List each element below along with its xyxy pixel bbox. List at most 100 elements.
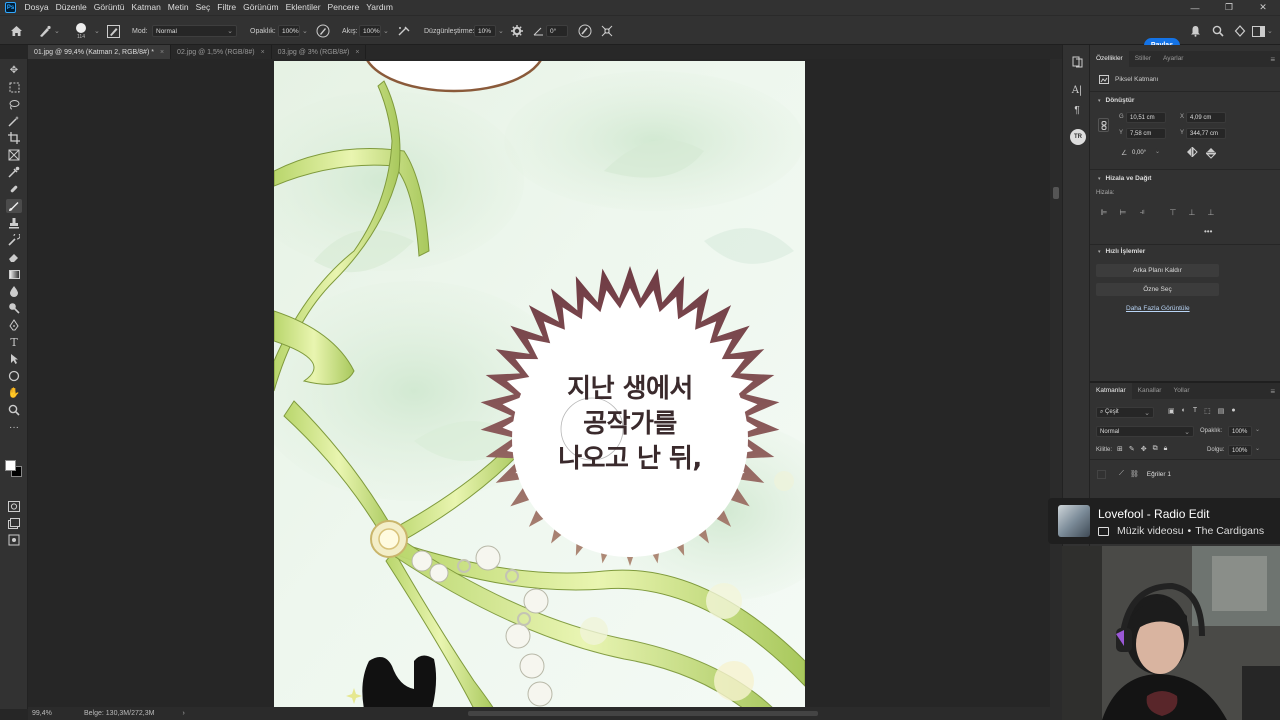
- remove-background-button[interactable]: Arka Planı Kaldır: [1096, 264, 1219, 277]
- search-icon[interactable]: [1212, 16, 1224, 46]
- crop-tool-icon[interactable]: [6, 131, 22, 145]
- layer-row[interactable]: ⟋ ⛓︎ Eğriler 1: [1090, 460, 1280, 488]
- align-left-icon[interactable]: ⊫: [1099, 207, 1109, 217]
- chevron-down-icon[interactable]: ⌄: [92, 16, 100, 46]
- opacity-input[interactable]: 100%: [278, 25, 300, 37]
- brush-size-picker[interactable]: 114: [76, 16, 86, 46]
- menu-window[interactable]: Pencere: [324, 0, 363, 15]
- ellipse-tool-icon[interactable]: [6, 369, 22, 383]
- foreground-color-swatch[interactable]: [5, 460, 16, 471]
- menu-layer[interactable]: Katman: [128, 0, 164, 15]
- align-top-icon[interactable]: ⊤: [1168, 207, 1178, 217]
- character-panel-icon[interactable]: A|: [1070, 83, 1084, 97]
- blend-mode-select[interactable]: Normal ⌄: [152, 25, 237, 37]
- document-canvas[interactable]: 지난 생에서 공작가를 나오고 난 뒤,: [274, 61, 805, 707]
- align-center-h-icon[interactable]: ⊨: [1118, 207, 1128, 217]
- zoom-level[interactable]: 99,4%: [32, 710, 76, 717]
- edit-toolbar-icon[interactable]: [6, 533, 22, 547]
- layer-opacity-input[interactable]: 100%: [1228, 426, 1252, 437]
- eyedropper-icon[interactable]: [6, 165, 22, 179]
- select-subject-button[interactable]: Özne Seç: [1096, 283, 1219, 296]
- close-icon[interactable]: ×: [261, 49, 265, 56]
- menu-edit[interactable]: Düzenle: [52, 0, 90, 15]
- close-icon[interactable]: ×: [355, 49, 359, 56]
- smoothing-input[interactable]: 10%: [474, 25, 496, 37]
- symmetry-icon[interactable]: [600, 16, 614, 46]
- tab-03-jpg[interactable]: 03.jpg @ 3% (RGB/8#) ×: [272, 45, 367, 59]
- visibility-toggle[interactable]: [1097, 469, 1106, 479]
- pressure-size-icon[interactable]: [578, 16, 592, 46]
- close-icon[interactable]: ×: [160, 49, 164, 56]
- frame-tool-icon[interactable]: [6, 148, 22, 162]
- menu-help[interactable]: Yardım: [363, 0, 397, 15]
- fill-input[interactable]: 100%: [1228, 445, 1252, 456]
- brush-settings-icon[interactable]: [107, 16, 120, 46]
- more-tools-icon[interactable]: ···: [6, 420, 22, 434]
- workspace-icon[interactable]: ⌄: [1252, 16, 1273, 46]
- learn-icon[interactable]: [1234, 16, 1246, 46]
- align-section[interactable]: ▾ Hizala ve Dağıt: [1098, 175, 1151, 182]
- status-arrow-icon[interactable]: ›: [182, 710, 184, 717]
- filter-toggle-icon[interactable]: ●: [1231, 407, 1235, 415]
- show-more-link[interactable]: Daha Fazla Görüntüle: [1126, 305, 1190, 312]
- tab-paths[interactable]: Yollar: [1167, 383, 1195, 399]
- eraser-tool-icon[interactable]: [6, 250, 22, 264]
- tab-01-jpg[interactable]: 01.jpg @ 99,4% (Katman 2, RGB/8#) * ×: [28, 45, 172, 59]
- chevron-down-icon[interactable]: ⌄: [302, 27, 308, 35]
- panel-menu-icon[interactable]: ≡: [1270, 55, 1275, 64]
- filter-shape-icon[interactable]: ⬚: [1204, 407, 1211, 415]
- tab-adjustments[interactable]: Ayarlar: [1157, 51, 1189, 67]
- tab-styles[interactable]: Stiller: [1129, 51, 1157, 67]
- canvas-workspace[interactable]: 지난 생에서 공작가를 나오고 난 뒤,: [28, 59, 1050, 707]
- menu-type[interactable]: Metin: [164, 0, 192, 15]
- restore-icon[interactable]: ❐: [1212, 0, 1246, 15]
- align-bottom-icon[interactable]: ⊥: [1206, 207, 1216, 217]
- flip-horizontal-icon[interactable]: [1186, 146, 1198, 159]
- menu-plugins[interactable]: Eklentiler: [282, 0, 324, 15]
- chevron-down-icon[interactable]: ⌄: [498, 27, 504, 35]
- plugin-panel-icon[interactable]: TR: [1070, 129, 1086, 145]
- horizontal-scrollbar[interactable]: [468, 711, 818, 716]
- menu-image[interactable]: Görüntü: [90, 0, 128, 15]
- x-input[interactable]: 4,09 cm: [1186, 112, 1226, 123]
- airbrush-icon[interactable]: [397, 16, 411, 46]
- more-options-icon[interactable]: •••: [1204, 227, 1212, 236]
- chevron-down-icon[interactable]: ⌄: [1255, 445, 1260, 452]
- marquee-tool-icon[interactable]: [6, 80, 22, 94]
- width-input[interactable]: 10,51 cm: [1126, 112, 1166, 123]
- paragraph-panel-icon[interactable]: ¶: [1070, 103, 1084, 117]
- tab-layers[interactable]: Katmanlar: [1090, 383, 1132, 399]
- color-swatches[interactable]: [4, 459, 24, 479]
- angle-input[interactable]: 0°: [546, 25, 568, 37]
- tab-properties[interactable]: Özellikler: [1090, 51, 1129, 67]
- minimize-icon[interactable]: —: [1178, 0, 1212, 15]
- rotation-input[interactable]: 0,00°: [1128, 147, 1158, 158]
- bell-icon[interactable]: [1190, 16, 1201, 46]
- brush-tool-icon[interactable]: [6, 199, 22, 213]
- chevron-down-icon[interactable]: ⌄: [383, 27, 389, 35]
- lock-transparent-icon[interactable]: ⊞: [1117, 445, 1123, 453]
- type-tool-icon[interactable]: T: [6, 335, 22, 349]
- menu-file[interactable]: Dosya: [21, 0, 52, 15]
- filter-type-icon[interactable]: T: [1193, 407, 1197, 415]
- close-icon[interactable]: ✕: [1246, 0, 1280, 15]
- hand-tool-icon[interactable]: ✋: [6, 386, 22, 400]
- healing-brush-icon[interactable]: [6, 182, 22, 196]
- quick-mask-icon[interactable]: [6, 499, 22, 513]
- menu-view[interactable]: Görünüm: [240, 0, 282, 15]
- quick-actions-section[interactable]: ▾ Hızlı İşlemler: [1098, 248, 1145, 255]
- align-right-icon[interactable]: ⫣: [1137, 207, 1147, 217]
- menu-filter[interactable]: Filtre: [214, 0, 240, 15]
- lock-all-icon[interactable]: 🔒︎: [1164, 445, 1168, 453]
- move-tool-icon[interactable]: ✥: [6, 63, 22, 77]
- flip-vertical-icon[interactable]: [1205, 147, 1217, 161]
- scroll-thumb[interactable]: [1053, 187, 1059, 199]
- height-input[interactable]: 7,58 cm: [1126, 128, 1166, 139]
- blur-tool-icon[interactable]: [6, 284, 22, 298]
- pressure-opacity-icon[interactable]: [316, 16, 330, 46]
- home-icon[interactable]: [10, 16, 23, 46]
- link-icon[interactable]: [1098, 118, 1109, 132]
- flow-input[interactable]: 100%: [359, 25, 381, 37]
- magic-wand-icon[interactable]: [6, 114, 22, 128]
- pen-tool-icon[interactable]: [6, 318, 22, 332]
